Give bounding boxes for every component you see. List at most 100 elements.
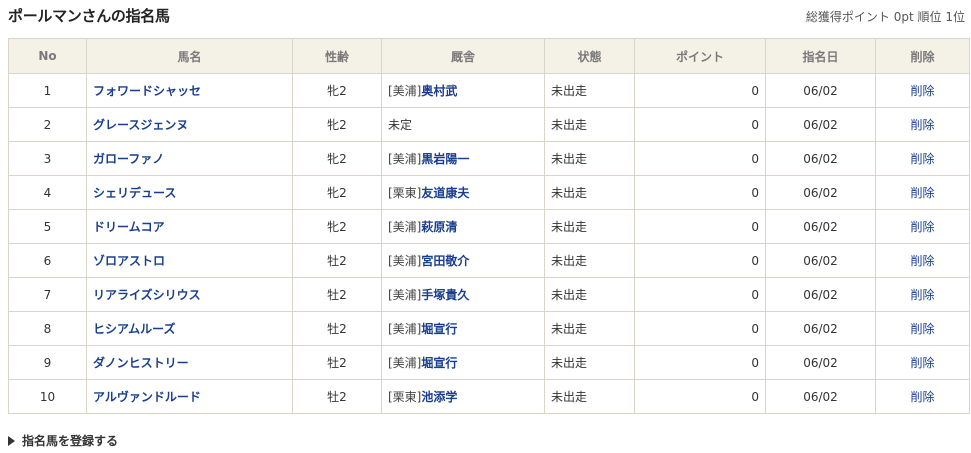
sex-age: 牝2 bbox=[292, 209, 382, 244]
rank-label: 順位 bbox=[917, 10, 942, 24]
delete-link[interactable]: 削除 bbox=[910, 220, 934, 234]
sex-age: 牝2 bbox=[292, 73, 382, 108]
stable-cell: 未定 bbox=[381, 107, 545, 142]
sex-age: 牝2 bbox=[292, 141, 382, 176]
trainer-link[interactable]: 黒岩陽一 bbox=[421, 152, 469, 166]
points-summary: 総獲得ポイント 0pt 順位 1位 bbox=[806, 8, 965, 25]
points: 0 bbox=[634, 277, 766, 312]
register-horse-label[interactable]: 指名馬を登録する bbox=[22, 432, 118, 449]
row-number: 4 bbox=[8, 175, 87, 210]
status: 未出走 bbox=[544, 311, 635, 346]
stable-cell: [栗東]友道康夫 bbox=[381, 175, 545, 210]
trainer-link[interactable]: 宮田敬介 bbox=[421, 254, 469, 268]
horse-name-link[interactable]: フォワードシャッセ bbox=[93, 84, 201, 98]
delete-cell: 削除 bbox=[875, 73, 970, 108]
points: 0 bbox=[634, 243, 766, 278]
horse-name-cell: シェリデュース bbox=[86, 175, 293, 210]
row-number: 5 bbox=[8, 209, 87, 244]
page-title: ポールマンさんの指名馬 bbox=[8, 7, 170, 25]
delete-cell: 削除 bbox=[875, 107, 970, 142]
table-row: 2 グレースジェンヌ 牝2 未定 未出走 0 06/02 削除 bbox=[8, 107, 970, 142]
trainer-link[interactable]: 萩原清 bbox=[421, 220, 457, 234]
nominated-date: 06/02 bbox=[765, 141, 876, 176]
stable-region: [美浦] bbox=[388, 254, 422, 268]
delete-link[interactable]: 削除 bbox=[910, 356, 934, 370]
row-number: 1 bbox=[8, 73, 87, 108]
sex-age: 牡2 bbox=[292, 243, 382, 278]
delete-link[interactable]: 削除 bbox=[910, 152, 934, 166]
delete-link[interactable]: 削除 bbox=[910, 118, 934, 132]
stable-region: [栗東] bbox=[388, 186, 422, 200]
stable-region: [美浦] bbox=[388, 322, 422, 336]
points: 0 bbox=[634, 209, 766, 244]
table-header-row: No 馬名 性齢 厩舎 状態 ポイント 指名日 削除 bbox=[8, 38, 970, 74]
trainer-link[interactable]: 池添学 bbox=[421, 390, 457, 404]
trainer-link[interactable]: 堀宣行 bbox=[421, 322, 457, 336]
total-points-value: 0pt bbox=[893, 10, 914, 24]
delete-link[interactable]: 削除 bbox=[910, 84, 934, 98]
sex-age: 牡2 bbox=[292, 345, 382, 380]
delete-link[interactable]: 削除 bbox=[910, 186, 934, 200]
stable-region: [美浦] bbox=[388, 84, 422, 98]
stable-cell: [美浦]手塚貴久 bbox=[381, 277, 545, 312]
sex-age: 牡2 bbox=[292, 379, 382, 414]
stable-region: [美浦] bbox=[388, 288, 422, 302]
status: 未出走 bbox=[544, 345, 635, 380]
delete-link[interactable]: 削除 bbox=[910, 390, 934, 404]
nominated-date: 06/02 bbox=[765, 345, 876, 380]
horse-name-link[interactable]: ガローファノ bbox=[93, 152, 164, 166]
trainer-link[interactable]: 友道康夫 bbox=[421, 186, 469, 200]
table-row: 6 ゾロアストロ 牡2 [美浦]宮田敬介 未出走 0 06/02 削除 bbox=[8, 243, 970, 278]
delete-link[interactable]: 削除 bbox=[910, 288, 934, 302]
delete-cell: 削除 bbox=[875, 209, 970, 244]
horse-name-cell: ダノンヒストリー bbox=[86, 345, 293, 380]
triangle-right-icon bbox=[8, 435, 15, 446]
points: 0 bbox=[634, 379, 766, 414]
col-header-sex-age: 性齢 bbox=[292, 38, 382, 74]
horse-name-link[interactable]: リアライズシリウス bbox=[93, 288, 201, 302]
col-header-status: 状態 bbox=[544, 38, 635, 74]
delete-cell: 削除 bbox=[875, 175, 970, 210]
row-number: 10 bbox=[8, 379, 87, 414]
table-row: 9 ダノンヒストリー 牡2 [美浦]堀宣行 未出走 0 06/02 削除 bbox=[8, 345, 970, 380]
horse-name-link[interactable]: ヒシアムルーズ bbox=[93, 322, 176, 336]
stable-cell: [美浦]宮田敬介 bbox=[381, 243, 545, 278]
horse-name-link[interactable]: シェリデュース bbox=[93, 186, 176, 200]
horse-name-link[interactable]: アルヴァンドルード bbox=[93, 390, 201, 404]
sex-age: 牝2 bbox=[292, 107, 382, 142]
stable-cell: [栗東]池添学 bbox=[381, 379, 545, 414]
points: 0 bbox=[634, 107, 766, 142]
row-number: 6 bbox=[8, 243, 87, 278]
sex-age: 牝2 bbox=[292, 175, 382, 210]
nominated-horses-table: No 馬名 性齢 厩舎 状態 ポイント 指名日 削除 1 フォワードシャッセ 牝2[… bbox=[8, 38, 970, 414]
stable-region: [美浦] bbox=[388, 220, 422, 234]
horse-name-link[interactable]: ゾロアストロ bbox=[93, 254, 165, 268]
col-header-delete: 削除 bbox=[875, 38, 970, 74]
trainer-link[interactable]: 奥村武 bbox=[421, 84, 457, 98]
nominated-date: 06/02 bbox=[765, 379, 876, 414]
stable-undecided: 未定 bbox=[388, 118, 413, 132]
delete-cell: 削除 bbox=[875, 379, 970, 414]
horse-name-link[interactable]: ダノンヒストリー bbox=[93, 356, 189, 370]
horse-name-cell: ヒシアムルーズ bbox=[86, 311, 293, 346]
delete-link[interactable]: 削除 bbox=[910, 322, 934, 336]
horse-name-cell: ゾロアストロ bbox=[86, 243, 293, 278]
col-header-stable: 厩舎 bbox=[381, 38, 545, 74]
table-row: 1 フォワードシャッセ 牝2 [美浦]奥村武 未出走 0 06/02 削除 bbox=[8, 73, 970, 108]
table-row: 10 アルヴァンドルード 牡2 [栗東]池添学 未出走 0 06/02 削除 bbox=[8, 379, 970, 414]
horse-name-cell: リアライズシリウス bbox=[86, 277, 293, 312]
register-horse-link[interactable]: 指名馬を登録する bbox=[8, 432, 118, 449]
row-number: 8 bbox=[8, 311, 87, 346]
trainer-link[interactable]: 手塚貴久 bbox=[421, 288, 469, 302]
horse-name-cell: ドリームコア bbox=[86, 209, 293, 244]
horse-name-cell: ガローファノ bbox=[86, 141, 293, 176]
trainer-link[interactable]: 堀宣行 bbox=[421, 356, 457, 370]
rank-value: 1位 bbox=[945, 10, 965, 24]
stable-region: [栗東] bbox=[388, 390, 422, 404]
horse-name-link[interactable]: グレースジェンヌ bbox=[93, 118, 188, 132]
delete-link[interactable]: 削除 bbox=[910, 254, 934, 268]
horse-name-link[interactable]: ドリームコア bbox=[93, 220, 165, 234]
status: 未出走 bbox=[544, 209, 635, 244]
status: 未出走 bbox=[544, 243, 635, 278]
status: 未出走 bbox=[544, 107, 635, 142]
